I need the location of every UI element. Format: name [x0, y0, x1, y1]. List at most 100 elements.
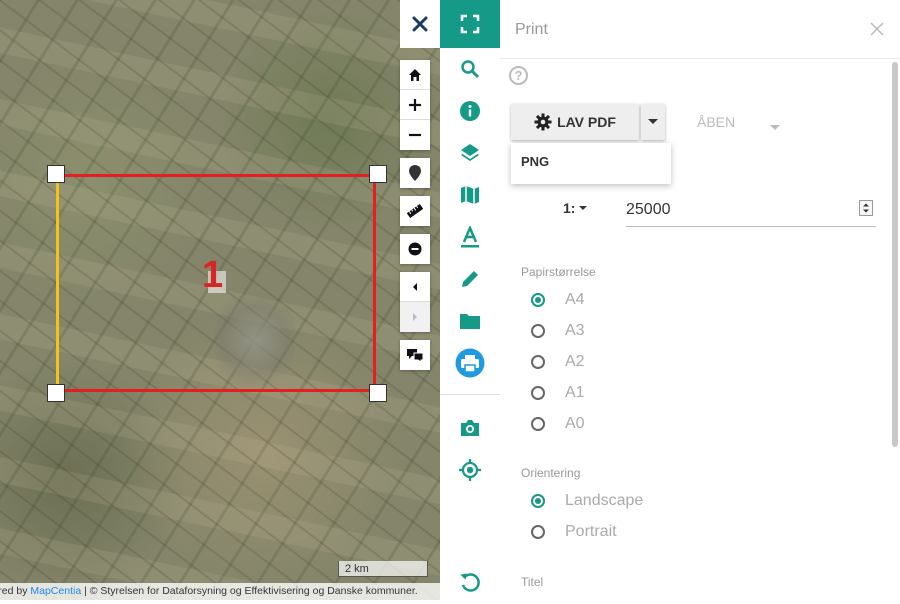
- spinner-arrows-icon: [863, 203, 869, 213]
- map-icon: [461, 186, 479, 204]
- fullscreen-map-button[interactable]: [400, 340, 430, 370]
- map-attribution: Powered by MapCentia | © Styrelsen for D…: [0, 583, 440, 600]
- format-dropdown-toggle[interactable]: [641, 104, 665, 140]
- fullscreen-toggle-button[interactable]: [440, 0, 500, 48]
- rail-folder[interactable]: [440, 300, 500, 342]
- panel-title: Print: [515, 21, 548, 38]
- print-frame-handle-top-right[interactable]: [369, 165, 387, 183]
- caret-down-icon: [579, 205, 588, 210]
- print-page-marker[interactable]: 1: [202, 255, 226, 295]
- panel-scrollbar[interactable]: [892, 62, 898, 447]
- search-icon: [461, 60, 480, 79]
- radio-landscape-label: Landscape: [565, 492, 644, 509]
- print-frame-edge: [56, 177, 59, 389]
- radio-a3-label: A3: [565, 322, 585, 339]
- rail-layers[interactable]: [440, 132, 500, 174]
- radio-a2-circle[interactable]: [531, 355, 545, 369]
- map-canvas[interactable]: 1 2 km Powered by MapCentia | © Styrelse…: [0, 0, 440, 600]
- radio-a3[interactable]: A3: [531, 322, 585, 340]
- rail-info[interactable]: [440, 90, 500, 132]
- close-sidebar-button[interactable]: [400, 0, 440, 48]
- home-button[interactable]: [400, 60, 430, 90]
- print-frame-handle-bottom-left[interactable]: [47, 384, 65, 402]
- radio-a2-label: A2: [565, 353, 585, 370]
- map-toolbar: [400, 60, 430, 378]
- caret-down-icon: [648, 119, 658, 124]
- zoom-in-button[interactable]: [400, 90, 430, 120]
- locate-icon: [459, 459, 481, 481]
- panel-close-button[interactable]: [868, 20, 886, 38]
- rail-text[interactable]: [440, 216, 500, 258]
- pencil-icon: [462, 271, 478, 287]
- text-icon: [461, 226, 479, 248]
- mapcentia-link[interactable]: MapCentia: [30, 585, 81, 597]
- radio-landscape[interactable]: Landscape: [531, 492, 643, 510]
- radio-a4[interactable]: A4: [531, 291, 585, 309]
- scale-value: 25000: [626, 201, 671, 218]
- aben-label: ÅBEN: [697, 114, 736, 130]
- folder-icon: [460, 314, 480, 329]
- radio-a4-circle[interactable]: [531, 293, 545, 307]
- location-pin-icon: [409, 165, 421, 181]
- zoom-out-icon: [409, 133, 421, 137]
- print-frame-handle-top-left[interactable]: [47, 165, 65, 183]
- radio-a2[interactable]: A2: [531, 353, 585, 371]
- fullscreen-icon: [407, 349, 424, 362]
- next-extent-button[interactable]: [400, 302, 430, 332]
- ruler-icon: [407, 203, 423, 219]
- help-icon[interactable]: ?: [509, 66, 528, 85]
- rail-draw[interactable]: [440, 258, 500, 300]
- scale-spinner[interactable]: [859, 200, 873, 216]
- attribution-prefix: Powered by: [0, 585, 28, 597]
- measure-button[interactable]: [400, 196, 430, 226]
- radio-a3-circle[interactable]: [531, 324, 545, 338]
- format-dropdown-menu: PNG: [511, 143, 671, 184]
- zoom-in-icon: [409, 98, 421, 111]
- orientation-label: Orientering: [521, 466, 581, 480]
- marker-button[interactable]: [400, 158, 430, 188]
- camera-icon: [461, 420, 479, 436]
- rail-screenshot[interactable]: [440, 407, 500, 449]
- radio-a0[interactable]: A0: [531, 415, 585, 433]
- lav-pdf-label: LAV PDF: [557, 114, 616, 130]
- close-icon: [870, 22, 884, 36]
- scale-input[interactable]: 25000: [626, 196, 876, 227]
- icon-rail: [440, 0, 501, 600]
- rail-map[interactable]: [440, 174, 500, 216]
- aben-dropdown-toggle[interactable]: [770, 118, 780, 136]
- radio-a0-label: A0: [565, 415, 585, 432]
- rail-reset[interactable]: [440, 562, 500, 604]
- print-frame-handle-bottom-right[interactable]: [369, 384, 387, 402]
- scale-bar: 2 km: [338, 561, 428, 577]
- rail-separator: [440, 394, 500, 395]
- zoom-out-button[interactable]: [400, 120, 430, 150]
- title-label: Titel: [521, 575, 544, 589]
- print-icon: [455, 348, 485, 378]
- clear-button[interactable]: [400, 234, 430, 264]
- radio-landscape-circle[interactable]: [531, 494, 545, 508]
- radio-a1-circle[interactable]: [531, 386, 545, 400]
- radio-portrait[interactable]: Portrait: [531, 523, 617, 541]
- radio-a4-label: A4: [565, 291, 585, 308]
- radio-portrait-circle[interactable]: [531, 525, 545, 539]
- next-extent-icon: [413, 313, 417, 321]
- radio-a0-circle[interactable]: [531, 417, 545, 431]
- scale-prefix-select[interactable]: 1:: [563, 200, 588, 216]
- rail-search[interactable]: [440, 48, 500, 90]
- close-icon: [412, 16, 428, 32]
- previous-extent-button[interactable]: [400, 272, 430, 302]
- attribution-rest: | © Styrelsen for Dataforsyning og Effek…: [81, 585, 418, 597]
- dropdown-item-png[interactable]: PNG: [511, 143, 671, 181]
- previous-extent-icon: [413, 282, 417, 291]
- rail-print[interactable]: [440, 342, 500, 384]
- gear-icon: [534, 113, 552, 131]
- aben-button[interactable]: ÅBEN: [688, 104, 778, 140]
- rail-locate[interactable]: [440, 449, 500, 491]
- layers-icon: [461, 144, 479, 161]
- radio-a1[interactable]: A1: [531, 384, 585, 402]
- panel-header: Print: [500, 0, 900, 59]
- minus-circle-icon: [408, 242, 422, 256]
- caret-down-icon: [770, 125, 780, 130]
- lav-pdf-button[interactable]: LAV PDF: [511, 104, 639, 140]
- radio-portrait-label: Portrait: [565, 523, 617, 540]
